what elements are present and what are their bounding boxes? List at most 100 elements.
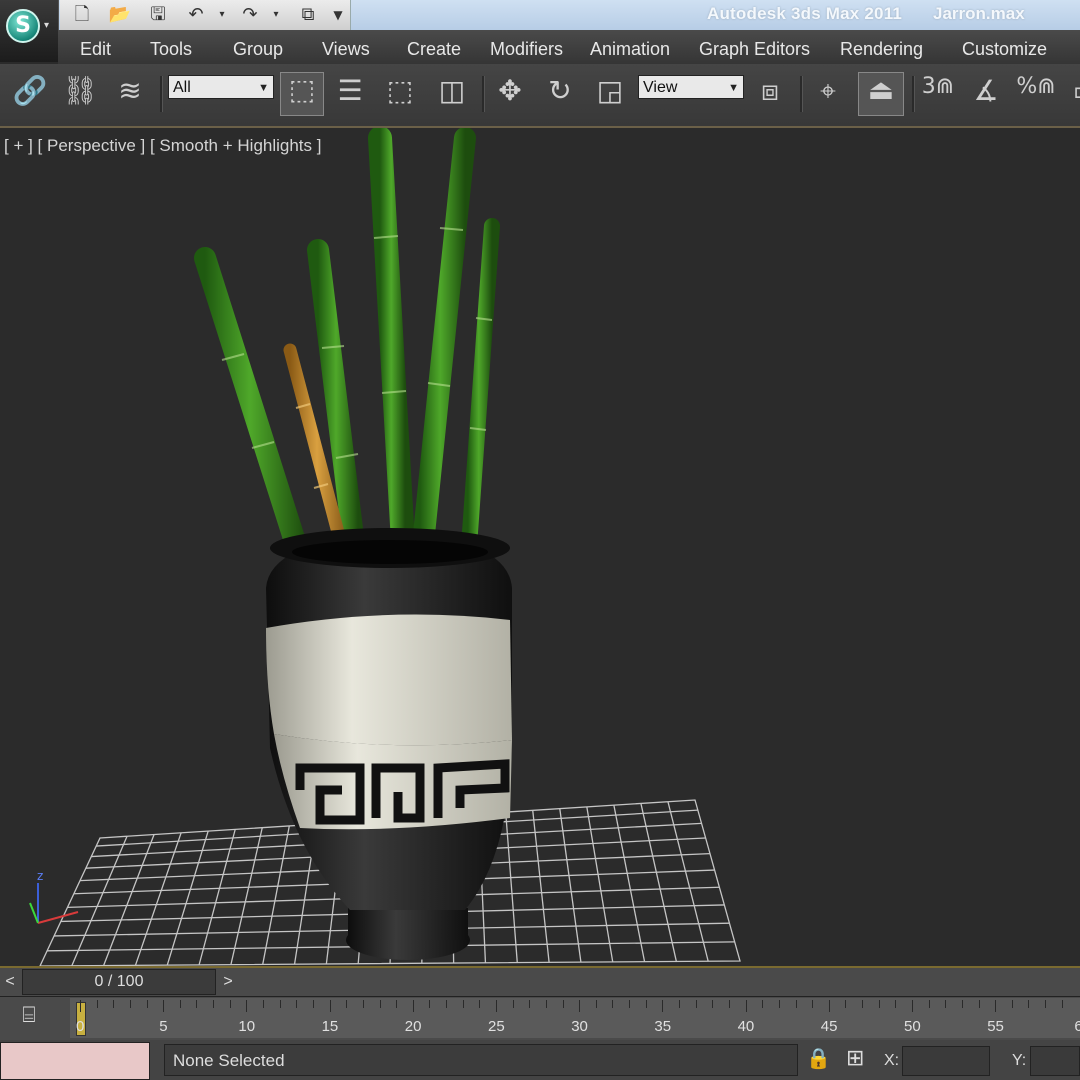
application-button[interactable]: S ▾ [0, 0, 59, 62]
menu-views[interactable]: Views [322, 39, 370, 60]
select-and-rotate-icon[interactable]: ↻ [540, 74, 580, 114]
snaps-toggle-icon[interactable]: 3⋒ [918, 74, 958, 114]
menu-animation[interactable]: Animation [590, 39, 670, 60]
perspective-viewport[interactable]: [ + ] [ Perspective ] [ Smooth + Highlig… [0, 128, 1080, 966]
unlink-selection-icon[interactable]: ⛓ [60, 74, 100, 114]
timeline-tick [945, 1000, 947, 1008]
window-crossing-icon[interactable]: ◫ [432, 74, 472, 114]
angle-snap-icon[interactable]: ∡ [966, 74, 1006, 114]
timeline-tick-label: 25 [488, 1018, 505, 1035]
undo-icon[interactable]: ↶ [184, 4, 208, 26]
redo-dropdown-icon[interactable]: ▾ [264, 4, 288, 26]
timeline-tick [878, 1000, 880, 1008]
project-folder-icon[interactable]: ⧉ [296, 4, 320, 26]
menu-graph-editors[interactable]: Graph Editors [699, 39, 810, 60]
open-file-icon[interactable]: 📂 [108, 4, 132, 26]
menu-modifiers[interactable]: Modifiers [490, 39, 563, 60]
selection-status: None Selected [164, 1044, 798, 1076]
grid-line [613, 805, 646, 962]
next-frame-button[interactable]: > [218, 970, 238, 994]
timeline-tick [412, 1000, 414, 1012]
viewport-scene: z [29, 128, 741, 966]
timeline-tick [762, 1000, 764, 1008]
lock-icon[interactable]: 🔒 [806, 1046, 831, 1074]
timeline-tick [961, 1000, 963, 1008]
timeline-tick [196, 1000, 198, 1008]
timeline-tick-label: 50 [904, 1018, 921, 1035]
timeline-tick [446, 1000, 448, 1008]
timeline-track[interactable]: 0 5 10 15 20 25 30 35 40 45 50 55 6 [70, 998, 1080, 1038]
timeline-tick-label: 45 [820, 1018, 838, 1035]
menu-rendering[interactable]: Rendering [840, 39, 923, 60]
previous-frame-button[interactable]: < [0, 970, 20, 994]
reference-coordinate-value: View [643, 79, 678, 96]
y-coordinate-field[interactable] [1030, 1046, 1080, 1076]
timeline-tick [213, 1000, 215, 1008]
time-slider[interactable]: 0 / 100 [22, 969, 216, 995]
timeline-tick [1045, 1000, 1047, 1008]
timeline-tick [995, 1000, 997, 1012]
menu-create[interactable]: Create [407, 39, 461, 60]
undo-dropdown-icon[interactable]: ▾ [210, 4, 234, 26]
keyboard-shortcut-override-icon[interactable]: ⏏ [858, 72, 904, 116]
timeline-tick [895, 1000, 897, 1008]
timeline-tick [712, 1000, 714, 1008]
menu-customize[interactable]: Customize [962, 39, 1047, 60]
grid-line [586, 806, 614, 963]
reference-coordinate-dropdown[interactable]: View ▼ [638, 75, 744, 99]
timeline-tick [462, 1000, 464, 1008]
bind-to-space-warp-icon[interactable]: ≋ [110, 74, 150, 114]
select-and-scale-icon[interactable]: ◲ [590, 74, 630, 114]
new-file-icon[interactable]: 🗋 [70, 4, 94, 26]
timeline-tick [246, 1000, 248, 1012]
timeline-tick-label: 0 [76, 1018, 85, 1035]
select-and-link-icon[interactable]: 🔗 [10, 74, 50, 114]
select-object-icon[interactable]: ⬚ [280, 72, 324, 116]
timeline-tick [1028, 1000, 1030, 1008]
selection-filter-dropdown[interactable]: All ▼ [168, 75, 274, 99]
percent-snap-icon[interactable]: %⋒ [1016, 74, 1056, 114]
axis-z-label: z [37, 869, 43, 883]
timeline-tick-label: 6 [1074, 1018, 1080, 1035]
timeline-tick [1061, 1000, 1063, 1008]
timeline-tick-label: 40 [737, 1018, 755, 1035]
selection-filter-value: All [173, 79, 191, 96]
select-by-name-icon[interactable]: ☰ [330, 74, 370, 114]
mini-curve-editor-icon[interactable]: ⌸ [14, 1003, 44, 1031]
spinner-snap-icon[interactable]: ▭ [1066, 74, 1080, 114]
timeline-tick [496, 1000, 497, 1012]
quick-access-menu-icon[interactable]: ▼ [326, 4, 350, 26]
timeline-tick [595, 1000, 597, 1008]
y-coordinate-label: Y: [1012, 1052, 1027, 1069]
x-coordinate-field[interactable] [902, 1046, 990, 1076]
absolute-mode-icon[interactable]: ⊞ [846, 1046, 872, 1074]
timeline-tick [229, 1000, 231, 1008]
main-toolbar: 🔗 ⛓ ≋ All ▼ ⬚ ☰ ⬚ ◫ ✥ ↻ ◲ View ▼ ⧈ ⌖ ⏏ 3… [0, 64, 1080, 128]
chevron-down-icon: ▼ [258, 82, 269, 94]
timeline-tick [862, 1000, 864, 1008]
toolbar-separator [912, 76, 915, 112]
redo-icon[interactable]: ↷ [238, 4, 262, 26]
rectangular-selection-icon[interactable]: ⬚ [380, 74, 420, 114]
timeline-tick [795, 1000, 797, 1008]
timeline-tick [479, 1000, 481, 1008]
timeline-tick [812, 1000, 814, 1008]
menu-group[interactable]: Group [233, 39, 283, 60]
select-and-move-icon[interactable]: ✥ [490, 74, 530, 114]
menu-tools[interactable]: Tools [150, 39, 192, 60]
select-manipulate-icon[interactable]: ⌖ [808, 74, 848, 114]
axis-tripod-icon: z [29, 869, 79, 924]
timeline-tick [129, 1000, 131, 1008]
timeline-tick-label: 20 [404, 1018, 422, 1035]
maxscript-listener[interactable] [0, 1042, 150, 1080]
timeline-tick [362, 1000, 364, 1008]
percent-snap-label: % [1016, 74, 1038, 99]
timeline-tick [745, 1000, 747, 1012]
save-icon[interactable]: 🖫 [146, 4, 170, 26]
menu-bar: Edit Tools Group Views Create Modifiers … [58, 30, 1080, 65]
menu-edit[interactable]: Edit [80, 39, 111, 60]
pivot-point-center-icon[interactable]: ⧈ [750, 74, 790, 114]
timeline-tick [679, 1000, 681, 1008]
timeline-tick [113, 1000, 115, 1008]
timeline-tick [329, 1000, 331, 1012]
